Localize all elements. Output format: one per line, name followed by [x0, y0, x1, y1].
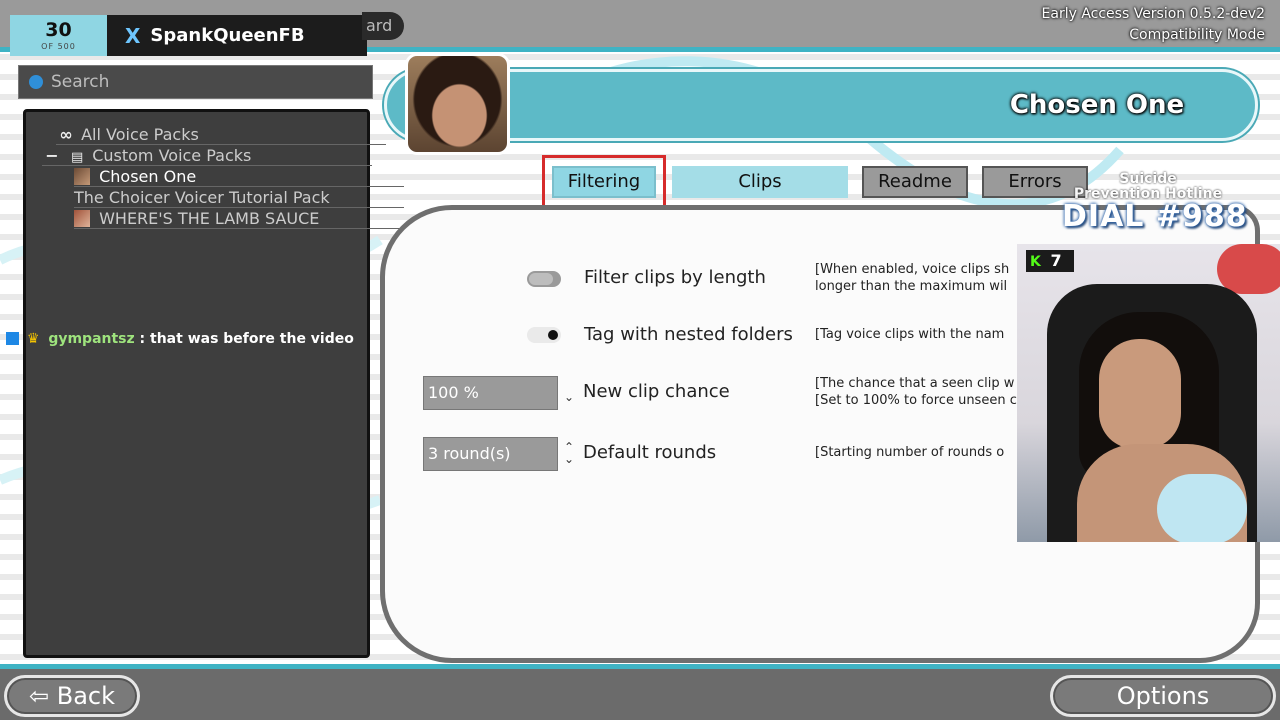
- crown-icon: ♛: [26, 331, 40, 347]
- tree-item-all-voice-packs[interactable]: ∞ All Voice Packs: [56, 124, 386, 145]
- counter-value: 30: [45, 19, 72, 41]
- chevron-down-icon[interactable]: ⌄: [564, 391, 574, 403]
- kick-viewer-badge: K 7: [1026, 250, 1074, 272]
- chevron-up-icon[interactable]: ⌃: [564, 441, 574, 453]
- new-clip-chance-label: New clip chance: [583, 381, 730, 402]
- x-logo-icon: X: [125, 23, 141, 48]
- search-icon: [29, 75, 43, 89]
- tree-item-label: The Choicer Voicer Tutorial Pack: [74, 188, 330, 207]
- plush-toy: [1217, 244, 1280, 294]
- kick-logo-icon: K: [1030, 254, 1041, 270]
- back-arrow-icon: ⇦: [28, 682, 50, 710]
- chat-username: gympantsz: [48, 331, 135, 347]
- search-bar[interactable]: [18, 65, 373, 99]
- back-button-label: Back: [56, 682, 115, 710]
- compatibility-mode-label: Compatibility Mode: [1129, 27, 1265, 43]
- description-line: [The chance that a seen clip w: [815, 376, 1015, 391]
- nested-folders-label: Tag with nested folders: [584, 324, 793, 345]
- tree-item-lamb-sauce[interactable]: WHERE'S THE LAMB SAUCE: [74, 208, 404, 229]
- hotline-number: DIAL #988: [1062, 199, 1248, 234]
- description-line: longer than the maximum wil: [815, 279, 1008, 294]
- follower-counter: 30 OF 500: [10, 15, 107, 56]
- tree-item-label: Custom Voice Packs: [92, 146, 252, 165]
- nested-folders-description: [Tag voice clips with the nam: [815, 327, 1005, 342]
- pack-header: Chosen One: [384, 69, 1258, 141]
- pack-thumbnail-icon: [74, 168, 90, 185]
- infinity-icon: ∞: [59, 125, 73, 144]
- tree-item-chosen-one[interactable]: Chosen One: [74, 166, 404, 187]
- collapse-icon[interactable]: −: [42, 145, 62, 166]
- blue-plush-toy: [1157, 474, 1247, 542]
- description-line: [Set to 100% to force unseen c: [815, 393, 1017, 408]
- description-line: [When enabled, voice clips sh: [815, 262, 1010, 277]
- counter-sub: OF 500: [41, 42, 76, 51]
- search-input[interactable]: [51, 72, 351, 92]
- new-clip-chance-description: [The chance that a seen clip w [Set to 1…: [815, 375, 1017, 409]
- streamer-face: [1099, 339, 1181, 449]
- filter-length-toggle[interactable]: [527, 271, 561, 287]
- new-clip-chance-input[interactable]: [423, 376, 558, 410]
- tab-clips[interactable]: Clips: [672, 166, 848, 198]
- default-rounds-input[interactable]: [423, 437, 558, 471]
- tab-filtering[interactable]: Filtering: [552, 166, 656, 198]
- kick-viewer-count: 7: [1050, 251, 1062, 270]
- tree-item-custom-voice-packs[interactable]: − ▤ Custom Voice Packs: [42, 145, 372, 166]
- version-label: Early Access Version 0.5.2-dev2: [1041, 6, 1265, 22]
- pack-avatar: [405, 53, 510, 155]
- social-banner-tail: ard: [362, 12, 404, 40]
- version-info: Early Access Version 0.5.2-dev2 Compatib…: [1042, 4, 1265, 46]
- filter-length-label: Filter clips by length: [584, 267, 766, 288]
- nested-folders-toggle[interactable]: [527, 327, 561, 343]
- tree-item-label: All Voice Packs: [81, 125, 199, 144]
- social-handle: SpankQueenFB: [150, 25, 305, 46]
- tree-item-label: WHERE'S THE LAMB SAUCE: [99, 209, 320, 228]
- hotline-caption: Suicide Prevention Hotline: [1068, 172, 1228, 202]
- chat-badge-icon: [6, 332, 19, 345]
- page-title: Chosen One: [1009, 90, 1185, 120]
- chat-message: ♛ gympantsz : that was before the video: [6, 331, 354, 347]
- default-rounds-label: Default rounds: [583, 442, 717, 463]
- hotline-caption-line: Suicide: [1119, 171, 1177, 187]
- filter-length-description: [When enabled, voice clips sh longer tha…: [815, 261, 1009, 295]
- pack-thumbnail-icon: [74, 210, 90, 227]
- chevron-down-icon[interactable]: ⌄: [564, 453, 574, 465]
- webcam-overlay: [1017, 244, 1280, 542]
- tree-item-tutorial-pack[interactable]: The Choicer Voicer Tutorial Pack: [74, 187, 404, 208]
- voice-pack-tree: ∞ All Voice Packs − ▤ Custom Voice Packs…: [23, 109, 404, 658]
- folder-icon: ▤: [70, 150, 84, 165]
- chat-text: : that was before the video: [139, 331, 354, 347]
- options-button[interactable]: Options: [1050, 675, 1276, 717]
- back-button[interactable]: ⇦ Back: [4, 675, 140, 717]
- social-handle-banner: X SpankQueenFB: [107, 15, 367, 56]
- tab-readme[interactable]: Readme: [862, 166, 968, 198]
- default-rounds-description: [Starting number of rounds o: [815, 445, 1005, 460]
- tree-item-label: Chosen One: [99, 167, 197, 186]
